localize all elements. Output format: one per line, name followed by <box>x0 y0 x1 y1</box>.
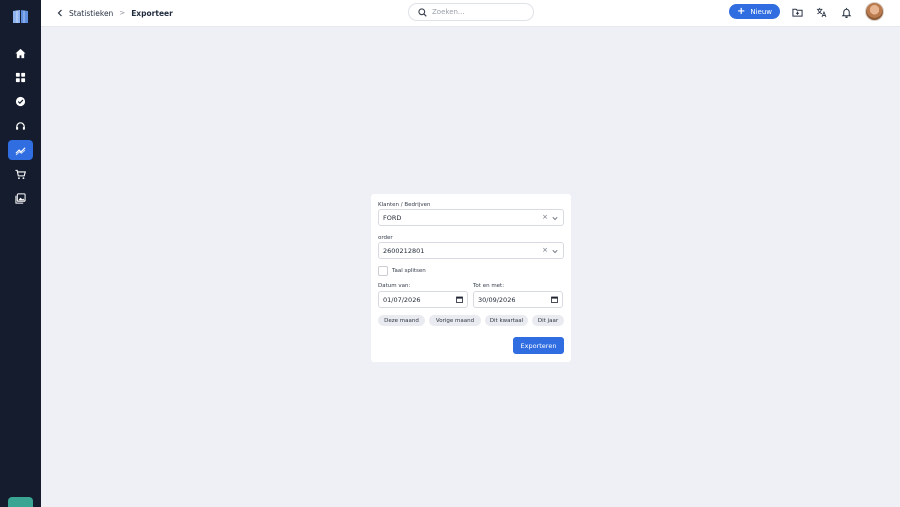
quick-range-this-month[interactable]: Deze maand <box>378 315 425 326</box>
search-icon <box>418 7 427 17</box>
avatar[interactable] <box>865 2 884 21</box>
sidebar-item-media[interactable] <box>8 188 33 208</box>
sidebar-bottom-badge[interactable] <box>8 497 33 507</box>
plus-icon: + <box>736 5 746 17</box>
chevron-left-icon[interactable] <box>56 9 64 17</box>
date-from-value: 01/07/2026 <box>383 296 421 304</box>
clear-order-icon[interactable]: × <box>542 246 548 254</box>
split-language-checkbox[interactable] <box>378 266 388 276</box>
sidebar-item-home[interactable] <box>8 43 33 63</box>
home-icon <box>15 48 26 58</box>
calendar-icon[interactable] <box>551 296 558 303</box>
breadcrumb: Statistieken > Exporteer <box>56 7 173 19</box>
order-select[interactable]: 2600212801 × <box>378 242 564 259</box>
chevron-down-icon[interactable] <box>552 249 558 254</box>
sidebar-item-dashboard[interactable] <box>8 67 33 87</box>
gallery-icon <box>15 192 26 204</box>
calendar-icon[interactable] <box>456 296 463 303</box>
sidebar-item-tasks[interactable] <box>8 91 33 111</box>
clear-client-icon[interactable]: × <box>542 213 548 221</box>
dashboard-grid-icon <box>15 72 26 82</box>
order-label: order <box>378 235 393 241</box>
quick-range-this-quarter[interactable]: Dit kwartaal <box>485 315 528 326</box>
date-to-label: Tot en met: <box>473 283 505 289</box>
client-select-value: FORD <box>383 214 402 222</box>
translate-icon <box>816 7 826 17</box>
date-from-label: Datum van: <box>378 283 411 289</box>
topbar: Statistieken > Exporteer + Nieuw <box>41 0 900 27</box>
quick-range-this-year[interactable]: Dit jaar <box>532 315 564 326</box>
sidebar <box>0 0 41 507</box>
export-form-card: Klanten / Bedrijven FORD × order 2600212… <box>371 194 571 362</box>
client-select[interactable]: FORD × <box>378 209 564 226</box>
client-label: Klanten / Bedrijven <box>378 202 431 208</box>
page-title: Exporteer <box>131 8 173 18</box>
book-logo[interactable] <box>12 9 29 24</box>
check-badge-icon <box>15 96 26 106</box>
date-from-input[interactable]: 01/07/2026 <box>378 291 468 308</box>
sidebar-item-statistics[interactable] <box>8 140 33 160</box>
sidebar-item-shop[interactable] <box>8 164 33 184</box>
headset-icon <box>16 121 25 130</box>
search-bar[interactable] <box>408 3 534 21</box>
cart-icon <box>15 169 26 179</box>
breadcrumb-separator: > <box>119 9 126 17</box>
translate-button[interactable] <box>815 6 827 18</box>
bell-icon <box>841 7 851 18</box>
split-language-label[interactable]: Taal splitsen <box>392 268 426 274</box>
chevron-down-icon[interactable] <box>552 216 558 221</box>
folder-add-icon <box>791 8 803 17</box>
folder-add-button[interactable] <box>791 6 803 18</box>
search-input[interactable] <box>432 8 522 16</box>
order-select-value: 2600212801 <box>383 247 425 255</box>
date-to-value: 30/09/2026 <box>478 296 516 304</box>
new-button-label: Nieuw <box>750 7 773 16</box>
trend-chart-icon <box>15 146 26 155</box>
breadcrumb-parent-link[interactable]: Statistieken <box>69 9 113 18</box>
notifications-button[interactable] <box>840 6 852 18</box>
new-button[interactable]: + Nieuw <box>729 4 780 19</box>
date-to-input[interactable]: 30/09/2026 <box>473 291 563 308</box>
export-button[interactable]: Exporteren <box>513 337 564 354</box>
sidebar-item-support[interactable] <box>8 116 33 136</box>
quick-range-last-month[interactable]: Vorige maand <box>429 315 481 326</box>
